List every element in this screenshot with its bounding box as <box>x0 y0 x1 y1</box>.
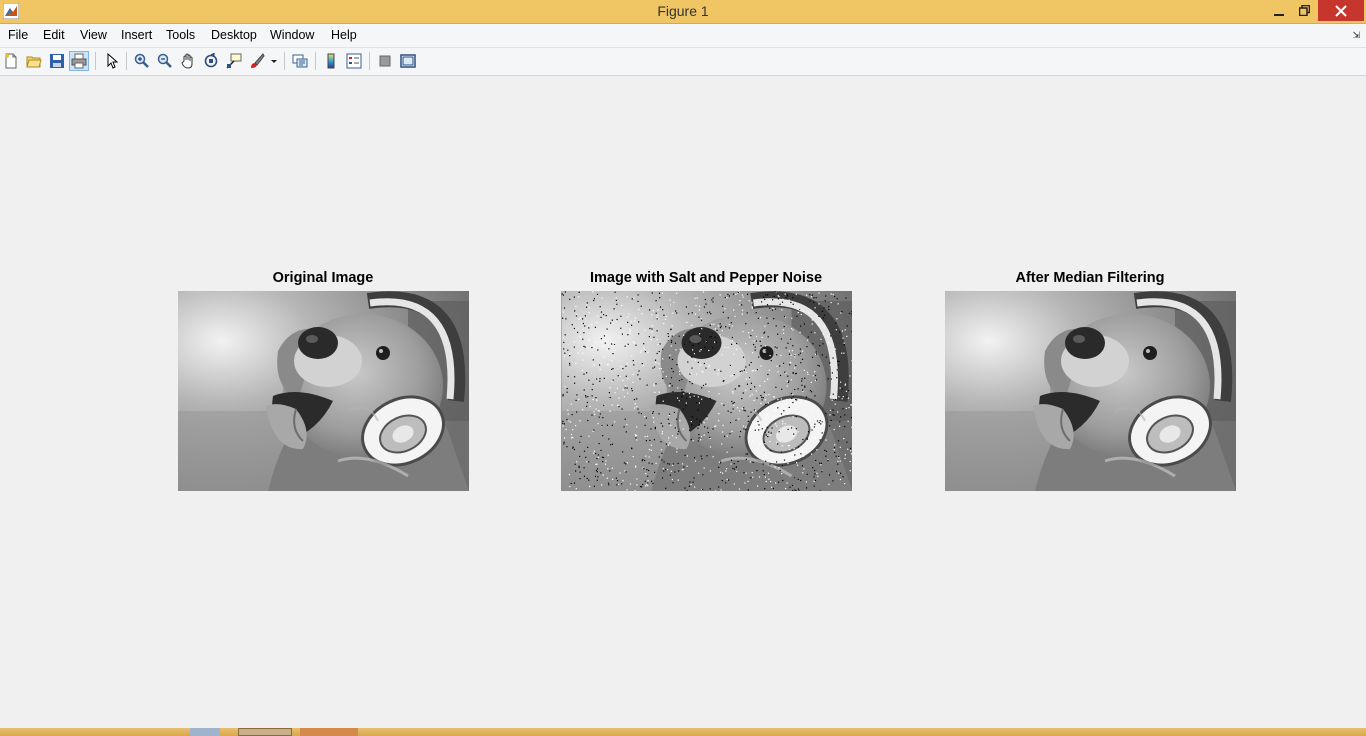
dog-with-headphones-image <box>178 291 469 491</box>
hide-plot-tools-button[interactable] <box>375 51 395 71</box>
taskbar <box>0 728 1366 736</box>
show-plot-tools-icon <box>400 54 416 68</box>
legend-button[interactable] <box>344 51 364 71</box>
menu-tools[interactable]: Tools <box>166 28 195 42</box>
toolbar-separator <box>315 52 316 70</box>
legend-icon <box>346 53 362 69</box>
chevron-down-icon <box>271 60 277 63</box>
brush-icon <box>251 53 265 68</box>
zoom-in-icon <box>134 53 149 68</box>
brush-dropdown-button[interactable] <box>268 51 280 71</box>
show-plot-tools-button[interactable] <box>398 51 418 71</box>
print-button[interactable] <box>69 51 89 71</box>
colorbar-button[interactable] <box>321 51 341 71</box>
minimize-button[interactable] <box>1265 0 1292 21</box>
open-file-button[interactable] <box>24 51 44 71</box>
dog-with-headphones-noisy-image <box>561 291 852 491</box>
hide-plot-tools-icon <box>379 55 391 67</box>
menu-insert[interactable]: Insert <box>121 28 152 42</box>
menu-view[interactable]: View <box>80 28 107 42</box>
colorbar-icon <box>327 53 335 69</box>
brush-button[interactable] <box>247 51 267 71</box>
pan-button[interactable] <box>178 51 198 71</box>
link-plot-icon <box>292 54 308 68</box>
panel-title-original: Original Image <box>272 270 374 286</box>
dock-arrow-icon[interactable]: ⇲ <box>1352 30 1360 41</box>
menu-window[interactable]: Window <box>270 28 314 42</box>
menu-edit[interactable]: Edit <box>43 28 65 42</box>
filtered-image-axes[interactable] <box>945 291 1236 491</box>
toolbar-separator <box>126 52 127 70</box>
taskbar-app-button[interactable] <box>300 728 358 736</box>
toolbar-separator <box>284 52 285 70</box>
taskbar-app-button[interactable] <box>190 728 220 736</box>
close-button[interactable] <box>1318 0 1364 21</box>
window-title: Figure 1 <box>657 3 709 19</box>
original-image-axes[interactable] <box>178 291 469 491</box>
rotate-3d-button[interactable] <box>201 51 221 71</box>
toolbar-separator <box>369 52 370 70</box>
restore-button[interactable] <box>1291 0 1318 21</box>
restore-icon <box>1299 5 1310 16</box>
zoom-in-button[interactable] <box>132 51 152 71</box>
minimize-icon <box>1273 13 1284 16</box>
dog-with-headphones-filtered-image <box>945 291 1236 491</box>
zoom-out-button[interactable] <box>155 51 175 71</box>
menu-file[interactable]: File <box>8 28 28 42</box>
pan-hand-icon <box>181 53 193 69</box>
toolbar-separator <box>95 52 96 70</box>
noisy-image-axes[interactable] <box>561 291 852 491</box>
panel-title-filtered: After Median Filtering <box>1015 270 1165 286</box>
open-file-icon <box>26 56 42 68</box>
taskbar-matlab-button[interactable] <box>238 728 292 736</box>
print-icon <box>71 53 87 69</box>
figure-toolbar <box>0 48 1366 76</box>
data-cursor-button[interactable] <box>224 51 244 71</box>
save-button[interactable] <box>47 51 67 71</box>
link-plot-button[interactable] <box>290 51 310 71</box>
menu-help[interactable]: Help <box>331 28 357 42</box>
edit-plot-button[interactable] <box>102 51 122 71</box>
save-icon <box>50 54 64 68</box>
edit-plot-arrow-icon <box>107 53 119 69</box>
menu-bar: File Edit View Insert Tools Desktop Wind… <box>0 24 1366 48</box>
new-figure-icon <box>5 53 17 69</box>
close-icon <box>1335 4 1347 17</box>
new-figure-button[interactable] <box>1 51 21 71</box>
title-bar: Figure 1 <box>0 0 1366 24</box>
data-cursor-icon <box>226 53 242 69</box>
panel-title-noisy: Image with Salt and Pepper Noise <box>589 270 823 286</box>
zoom-out-icon <box>157 53 172 68</box>
menu-desktop[interactable]: Desktop <box>211 28 257 42</box>
rotate-3d-icon <box>204 53 218 68</box>
